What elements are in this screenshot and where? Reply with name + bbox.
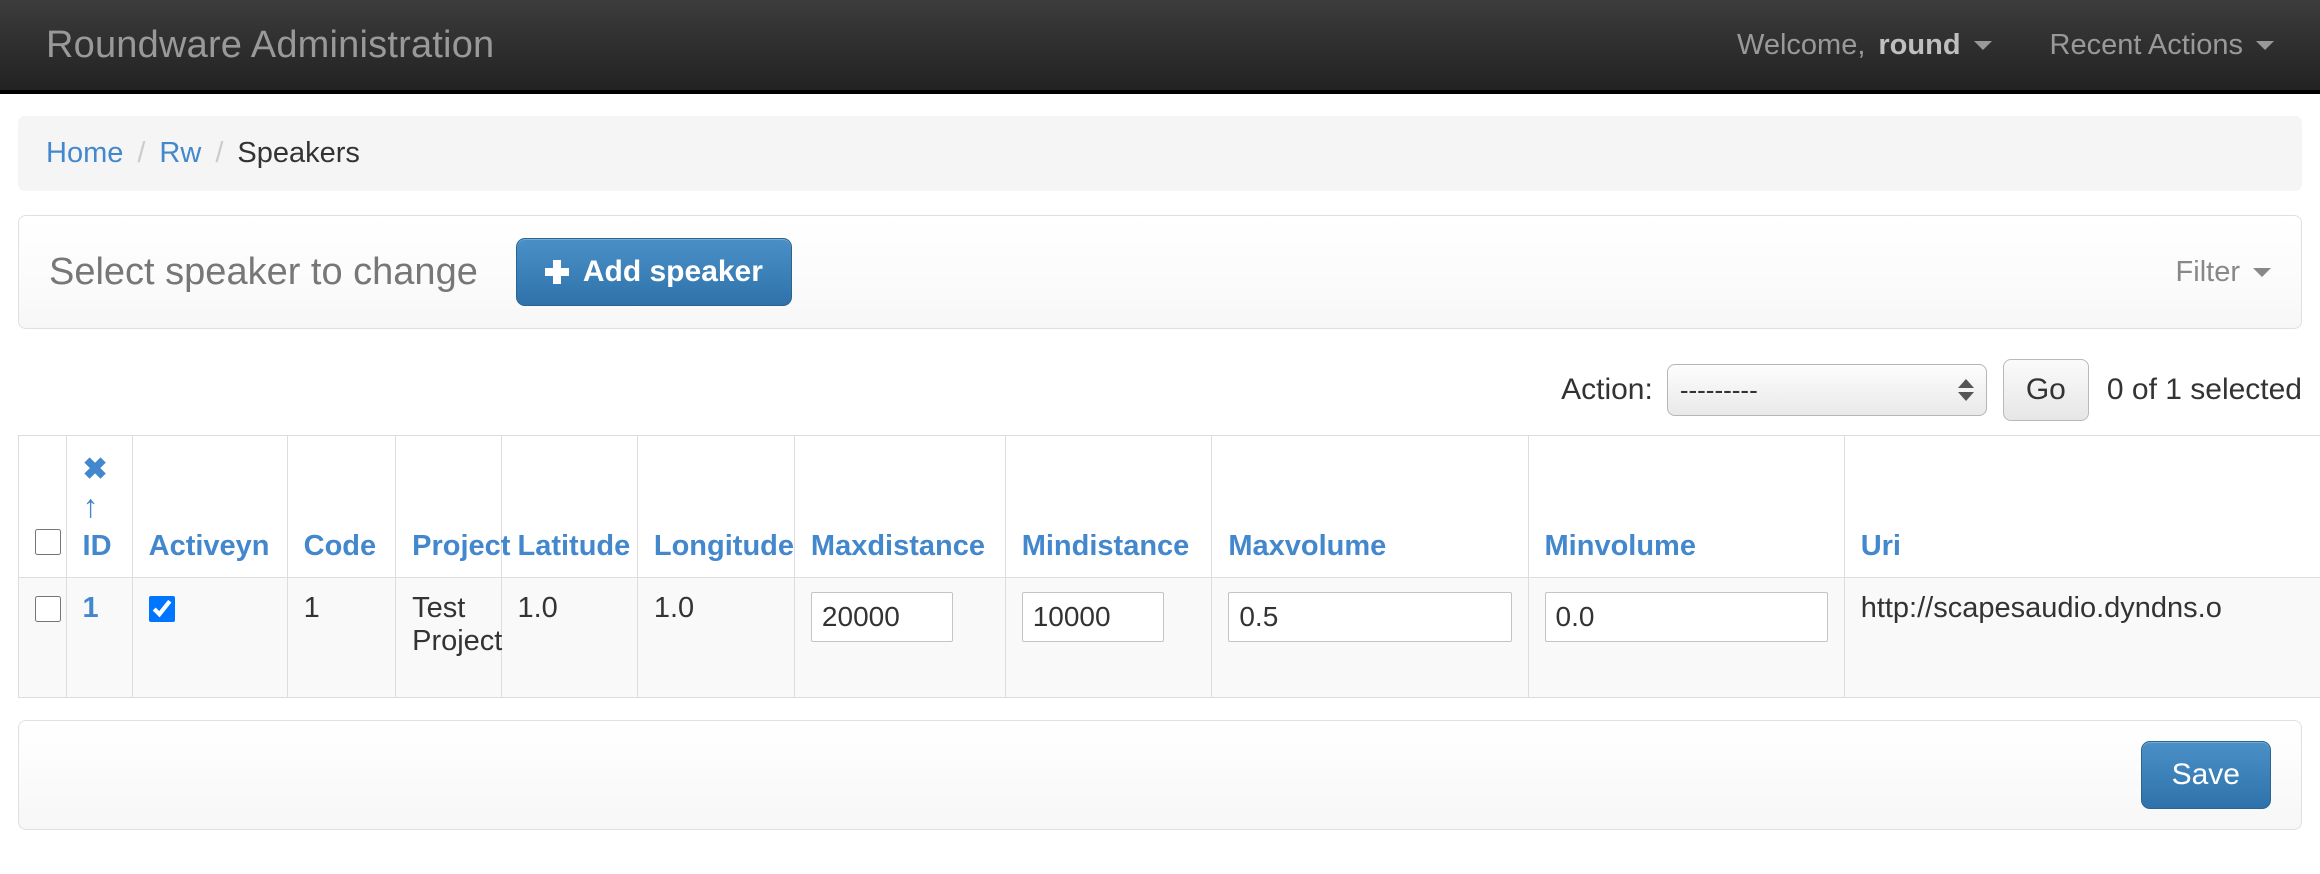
column-header-label: Latitude: [517, 530, 631, 562]
selection-status: 0 of 1 selected: [2106, 373, 2302, 406]
chevron-down-icon: [1973, 40, 1992, 50]
breadcrumb-container: Home / Rw / Speakers: [0, 94, 2320, 191]
breadcrumb-separator: /: [137, 137, 146, 169]
cell-maxdistance: [793, 577, 1006, 698]
recent-actions-menu[interactable]: Recent Actions: [2050, 29, 2274, 62]
action-select[interactable]: ---------: [1666, 364, 1987, 416]
filter-label: Filter: [2175, 255, 2240, 288]
mindistance-input[interactable]: [1021, 592, 1164, 642]
save-button[interactable]: Save: [2140, 741, 2271, 809]
top-navbar: Roundware Administration Welcome, round …: [0, 0, 2320, 94]
column-header-label: Minvolume: [1544, 530, 1696, 562]
column-header-label: Mindistance: [1021, 530, 1190, 562]
cell-maxvolume: [1211, 577, 1529, 698]
results-table: ✖ ↑ ID Activeyn Code Project Latitude Lo…: [18, 435, 2320, 698]
column-header-label: ID: [82, 530, 112, 562]
filter-toggle[interactable]: Filter: [2176, 256, 2271, 289]
table-body: 1 1 Test Project 1.0 1.0 20000 10000 0.5…: [18, 577, 2320, 698]
add-speaker-button[interactable]: Add speaker: [515, 238, 792, 306]
chevron-down-icon: [2256, 40, 2274, 50]
title-panel: Select speaker to change Add speaker Fil…: [18, 215, 2302, 329]
breadcrumb-item-rw[interactable]: Rw: [159, 137, 201, 170]
select-all-checkbox[interactable]: [35, 529, 61, 555]
cell-latitude: 1.0: [500, 577, 638, 698]
column-header-uri[interactable]: Uri: [1843, 435, 2320, 578]
cell-longitude: 1.0: [636, 577, 795, 698]
cell-row-select: [18, 577, 67, 698]
cell-uri: http://scapesaudio.dyndns.o: [1843, 577, 2320, 698]
column-header-minvolume[interactable]: Minvolume: [1527, 435, 1845, 578]
column-header-maxvolume[interactable]: Maxvolume: [1211, 435, 1529, 578]
add-speaker-label: Add speaker: [582, 255, 763, 288]
column-header-activeyn[interactable]: Activeyn: [131, 435, 288, 578]
column-header-code[interactable]: Code: [286, 435, 397, 578]
column-header-label: Maxvolume: [1228, 530, 1387, 562]
column-header-label: Activeyn: [148, 530, 270, 562]
breadcrumb-item-home[interactable]: Home: [46, 137, 123, 170]
column-header-label: Maxdistance: [810, 530, 985, 562]
sort-ascending-icon[interactable]: ↑: [83, 490, 99, 522]
go-button[interactable]: Go: [2002, 359, 2089, 421]
column-header-label: Code: [303, 530, 377, 562]
results-table-container: ✖ ↑ ID Activeyn Code Project Latitude Lo…: [0, 421, 2320, 698]
maxvolume-input[interactable]: [1228, 592, 1512, 642]
remove-sort-icon[interactable]: ✖: [83, 455, 108, 485]
action-select-wrapper: ---------: [1666, 364, 1987, 416]
table-header-row: ✖ ↑ ID Activeyn Code Project Latitude Lo…: [18, 435, 2320, 578]
cell-activeyn: [131, 577, 288, 698]
user-menu[interactable]: Welcome, round: [1737, 29, 1992, 62]
bottom-toolbar: Save: [18, 720, 2302, 830]
column-header-select-all: [18, 435, 67, 578]
breadcrumb-separator: /: [215, 137, 224, 169]
breadcrumb: Home / Rw / Speakers: [18, 116, 2302, 191]
site-brand-title: Roundware Administration: [46, 23, 495, 66]
column-header-mindistance[interactable]: Mindistance: [1004, 435, 1213, 578]
plus-icon: [544, 260, 569, 284]
navbar-right-group: Welcome, round Recent Actions: [1737, 29, 2274, 62]
sort-controls: ✖ ↑: [83, 455, 116, 523]
action-bar: Action: --------- Go 0 of 1 selected: [0, 329, 2320, 421]
cell-mindistance: [1004, 577, 1213, 698]
bottom-toolbar-container: Save: [0, 698, 2320, 830]
column-header-project[interactable]: Project: [395, 435, 510, 578]
column-header-maxdistance[interactable]: Maxdistance: [793, 435, 1006, 578]
row-id-link[interactable]: 1: [83, 592, 99, 624]
username-label: round: [1878, 28, 1961, 61]
chevron-down-icon: [2253, 267, 2271, 277]
column-header-longitude[interactable]: Longitude: [636, 435, 795, 578]
column-header-label: Uri: [1860, 530, 1901, 562]
maxdistance-input[interactable]: [810, 592, 953, 642]
table-row: 1 1 Test Project 1.0 1.0 20000 10000 0.5…: [18, 577, 2320, 698]
minvolume-input[interactable]: [1544, 592, 1828, 642]
breadcrumb-item-current: Speakers: [237, 137, 360, 169]
recent-actions-label: Recent Actions: [2049, 28, 2243, 61]
title-panel-container: Select speaker to change Add speaker Fil…: [0, 191, 2320, 329]
table-head: ✖ ↑ ID Activeyn Code Project Latitude Lo…: [18, 435, 2320, 578]
column-header-id[interactable]: ✖ ↑ ID: [65, 435, 133, 578]
column-header-label: Longitude: [653, 530, 795, 562]
cell-project: Test Project: [395, 577, 502, 698]
activeyn-checkbox[interactable]: [148, 596, 175, 622]
welcome-prefix-label: Welcome,: [1737, 28, 1866, 61]
cell-code: 1: [286, 577, 397, 698]
page-title: Select speaker to change: [49, 250, 478, 293]
cell-id: 1: [65, 577, 133, 698]
row-select-checkbox[interactable]: [35, 596, 61, 622]
column-header-latitude[interactable]: Latitude: [500, 435, 638, 578]
cell-minvolume: [1527, 577, 1845, 698]
column-header-label: Project: [412, 530, 511, 562]
action-label: Action:: [1561, 373, 1653, 406]
